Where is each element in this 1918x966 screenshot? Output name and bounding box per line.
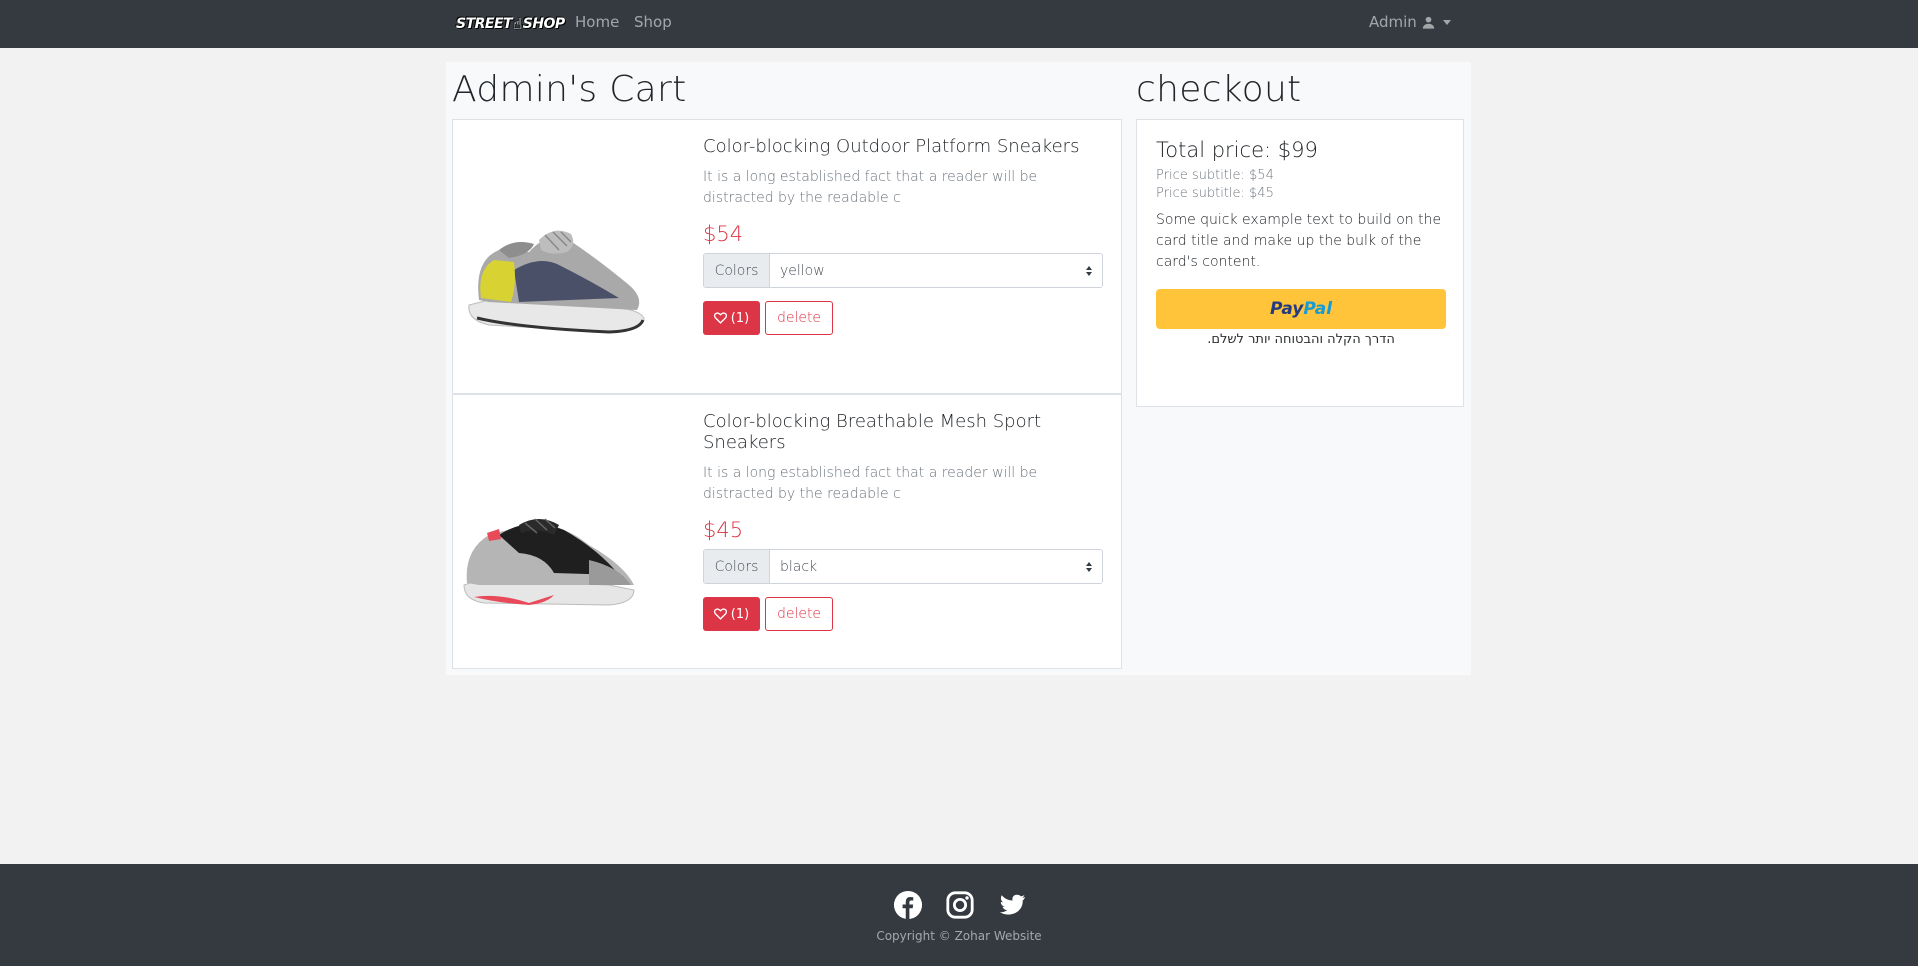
total-price: Total price: $99: [1156, 138, 1318, 162]
product-price: $54: [703, 222, 744, 246]
social-links: [893, 890, 1027, 920]
navbar: STREET ☝ SHOP Home Shop Admin: [0, 0, 1918, 48]
price-subtitle: Price subtitle: $54: [1156, 168, 1274, 183]
select-arrows-icon: [1086, 561, 1092, 572]
colors-label: Colors: [704, 254, 770, 287]
hand-icon: ☝: [513, 15, 522, 33]
nav-shop-link[interactable]: Shop: [634, 13, 672, 31]
like-button[interactable]: (1): [703, 301, 760, 335]
user-icon: [1422, 16, 1434, 29]
price-subtitle: Price subtitle: $45: [1156, 186, 1274, 201]
item-actions: (1) delete: [703, 597, 1111, 631]
chevron-down-icon: [1442, 19, 1451, 25]
instagram-icon[interactable]: [945, 890, 975, 920]
facebook-icon[interactable]: [893, 890, 923, 920]
select-arrows-icon: [1086, 265, 1092, 276]
color-select[interactable]: black: [770, 550, 1102, 583]
color-select-value: black: [780, 558, 818, 575]
heart-icon: [713, 608, 727, 620]
sneaker-grey-yellow-image: [468, 230, 645, 334]
checkout-text: Some quick example text to build on the …: [1156, 212, 1442, 270]
product-description: It is a long established fact that a rea…: [703, 465, 1038, 502]
product-price: $45: [703, 518, 744, 542]
user-name: Admin: [1369, 13, 1417, 31]
like-button[interactable]: (1): [703, 597, 760, 631]
delete-button[interactable]: delete: [765, 597, 833, 631]
like-count: (1): [730, 606, 750, 622]
cart-title: Admin's Cart: [452, 69, 687, 110]
delete-button[interactable]: delete: [765, 301, 833, 335]
cart-item: Color-blocking Outdoor Platform Sneakers…: [452, 119, 1122, 394]
brand-logo[interactable]: STREET ☝ SHOP: [456, 12, 565, 36]
item-actions: (1) delete: [703, 301, 1111, 335]
user-dropdown[interactable]: Admin: [1369, 13, 1451, 31]
heart-icon: [713, 312, 727, 324]
brand-text-street: STREET: [456, 16, 513, 32]
twitter-icon[interactable]: [997, 890, 1027, 920]
paypal-tagline: הדרך הקלה והבטוחה יותר לשלם.: [1207, 332, 1395, 347]
product-description: It is a long established fact that a rea…: [703, 169, 1038, 206]
color-select-value: yellow: [780, 262, 825, 279]
sneaker-black-red-image: [463, 518, 635, 606]
cart-item: Color-blocking Breathable Mesh Sport Sne…: [452, 394, 1122, 669]
copyright-text: Copyright © Zohar Website: [876, 929, 1042, 943]
color-select-group: Colors black: [703, 549, 1103, 584]
like-count: (1): [730, 310, 750, 326]
paypal-pay-text: Pay: [1269, 299, 1304, 319]
product-name[interactable]: Color-blocking Breathable Mesh Sport Sne…: [703, 411, 1111, 453]
product-name[interactable]: Color-blocking Outdoor Platform Sneakers: [703, 136, 1111, 157]
color-select[interactable]: yellow: [770, 254, 1102, 287]
nav-home-link[interactable]: Home: [575, 13, 619, 31]
checkout-card: Total price: $99 Price subtitle: $54 Pri…: [1136, 119, 1464, 407]
checkout-title: checkout: [1136, 69, 1302, 110]
paypal-pal-text: Pal: [1303, 299, 1333, 319]
color-select-group: Colors yellow: [703, 253, 1103, 288]
paypal-button[interactable]: Pay Pal: [1156, 289, 1446, 329]
brand-text-shop: SHOP: [522, 16, 565, 32]
colors-label: Colors: [704, 550, 770, 583]
